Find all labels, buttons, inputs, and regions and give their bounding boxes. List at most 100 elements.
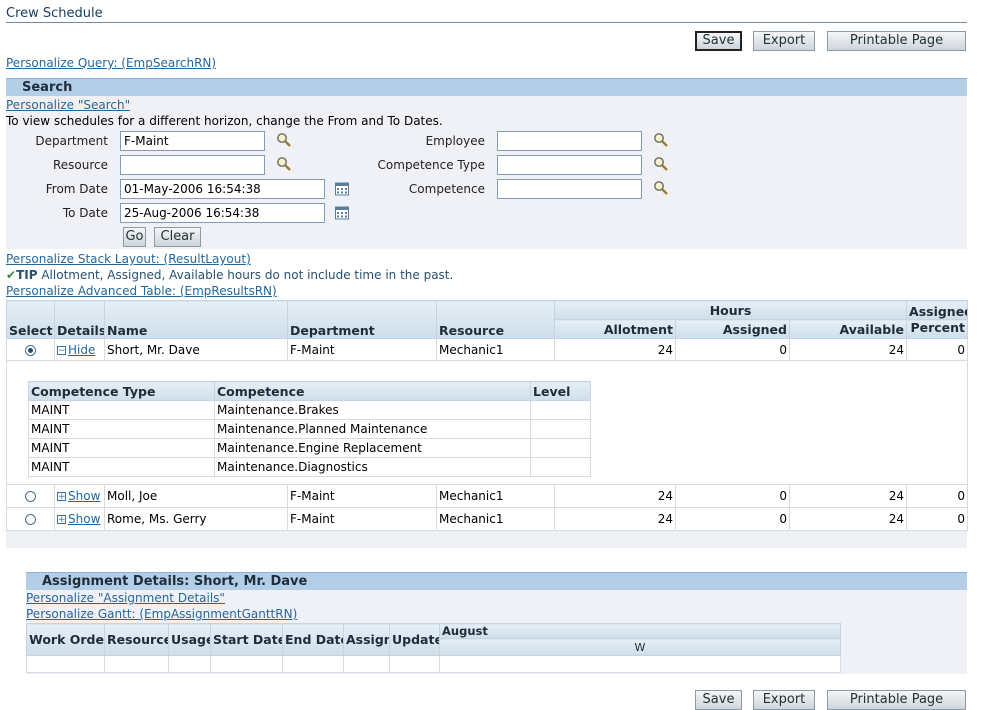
col-assigned[interactable]: Assigned [675, 319, 790, 339]
page-title: Crew Schedule [6, 6, 103, 21]
tip-prefix: TIP [16, 268, 38, 282]
hide-details-link[interactable]: Hide [68, 343, 95, 357]
gantt-month: August [439, 623, 841, 639]
col-competence-type: Competence Type [28, 381, 215, 401]
assignment-header: Assignment Details: Short, Mr. Dave [26, 572, 967, 590]
expand-icon[interactable]: + [57, 515, 66, 525]
bottom-save-button[interactable]: Save [695, 690, 742, 710]
gantt-week: W [439, 638, 841, 656]
cell-level [530, 419, 591, 439]
competence-type-input[interactable] [497, 155, 642, 175]
resource-search-icon[interactable] [276, 156, 292, 172]
competence-row: MAINT Maintenance.Engine Replacement [28, 438, 591, 458]
cell-percent: 0 [906, 507, 969, 531]
cell-available: 24 [788, 484, 908, 508]
show-details-link[interactable]: Show [68, 489, 100, 503]
cell-resource: Mechanic1 [436, 507, 555, 531]
col-allotment[interactable]: Allotment [554, 319, 676, 339]
collapse-icon[interactable]: − [57, 345, 66, 355]
cell-competence: Maintenance.Diagnostics [214, 457, 531, 477]
cell-name: Short, Mr. Dave [104, 338, 288, 361]
department-label: Department [35, 134, 108, 148]
cell-competence-type: MAINT [28, 457, 215, 477]
cell-name: Rome, Ms. Gerry [104, 507, 288, 531]
col-competence: Competence [214, 381, 531, 401]
col-assigned-percent: Percent [906, 319, 969, 339]
cell-department: F-Maint [287, 484, 437, 508]
competence-table: Competence Type Competence Level MAINT Ma… [28, 381, 591, 477]
employee-input[interactable] [497, 131, 642, 151]
personalize-assignment-link[interactable]: Personalize "Assignment Details" [26, 591, 225, 605]
clear-button[interactable]: Clear [154, 227, 201, 247]
to-date-calendar-icon[interactable] [334, 205, 350, 221]
bottom-export-button[interactable]: Export [753, 690, 815, 710]
select-radio[interactable] [25, 344, 36, 356]
cell-competence-type: MAINT [28, 419, 215, 439]
competence-type-search-icon[interactable] [653, 156, 669, 172]
select-radio[interactable] [25, 491, 36, 502]
tip-text: Allotment, Assigned, Available hours do … [41, 268, 454, 282]
cell-allotment: 24 [554, 507, 676, 531]
cell-percent: 0 [906, 338, 969, 361]
col-assigned-percent-top: Assigned [906, 300, 969, 320]
cell-level [530, 438, 591, 458]
col-assign: Assign [343, 623, 390, 656]
cell-level [530, 457, 591, 477]
table-row: − Hide Short, Mr. Dave F-Maint Mechanic1 … [6, 338, 969, 361]
personalize-table-link[interactable]: Personalize Advanced Table: (EmpResultsR… [6, 284, 277, 298]
expand-icon[interactable]: + [57, 492, 66, 502]
cell-competence: Maintenance.Brakes [214, 400, 531, 420]
cell-competence-type: MAINT [28, 400, 215, 420]
gantt-row [26, 655, 841, 673]
results-table: Select Details Name Department Resource … [5, 300, 969, 531]
show-details-link[interactable]: Show [68, 512, 100, 526]
col-details: Details [54, 300, 105, 339]
from-date-label: From Date [45, 182, 108, 196]
bottom-printable-page-button[interactable]: Printable Page [827, 690, 966, 710]
col-resource[interactable]: Resource [436, 300, 555, 339]
cell-resource: Mechanic1 [436, 338, 555, 361]
search-instruction: To view schedules for a different horizo… [6, 114, 443, 128]
search-header: Search [6, 78, 967, 96]
department-search-icon[interactable] [276, 132, 292, 148]
cell-assigned: 0 [675, 338, 790, 361]
to-date-input[interactable] [120, 203, 325, 223]
cell-department: F-Maint [287, 338, 437, 361]
table-row: + Show Moll, Joe F-Maint Mechanic1 24 0 2… [6, 484, 969, 508]
employee-search-icon[interactable] [653, 132, 669, 148]
cell-allotment: 24 [554, 484, 676, 508]
col-start-date: Start Date [210, 623, 283, 656]
export-button[interactable]: Export [753, 31, 815, 51]
cell-allotment: 24 [554, 338, 676, 361]
employee-label: Employee [425, 134, 485, 148]
personalize-gantt-link[interactable]: Personalize Gantt: (EmpAssignmentGanttRN… [26, 607, 297, 621]
cell-level [530, 400, 591, 420]
printable-page-button[interactable]: Printable Page [827, 31, 966, 51]
title-divider [6, 22, 967, 23]
col-available[interactable]: Available [788, 319, 908, 339]
select-radio[interactable] [25, 514, 36, 525]
cell-competence-type: MAINT [28, 438, 215, 458]
competence-type-label: Competence Type [377, 158, 485, 172]
resource-label: Resource [52, 158, 108, 172]
go-button[interactable]: Go [123, 227, 146, 247]
competence-search-icon[interactable] [653, 180, 669, 196]
competence-row: MAINT Maintenance.Diagnostics [28, 457, 591, 477]
cell-assigned: 0 [675, 484, 790, 508]
col-name[interactable]: Name [104, 300, 288, 339]
col-department[interactable]: Department [287, 300, 437, 339]
competence-input[interactable] [497, 179, 642, 199]
cell-competence: Maintenance.Engine Replacement [214, 438, 531, 458]
col-work-order: Work Order [26, 623, 105, 656]
personalize-query-link[interactable]: Personalize Query: (EmpSearchRN) [6, 56, 216, 70]
department-input[interactable] [120, 131, 265, 151]
personalize-search-link[interactable]: Personalize "Search" [6, 98, 130, 112]
personalize-stack-link[interactable]: Personalize Stack Layout: (ResultLayout) [6, 252, 251, 266]
resource-input[interactable] [120, 155, 265, 175]
save-button[interactable]: Save [695, 31, 742, 51]
cell-competence: Maintenance.Planned Maintenance [214, 419, 531, 439]
col-select: Select [6, 300, 55, 339]
from-date-input[interactable] [120, 179, 325, 199]
tip-check-icon: ✔ [6, 268, 17, 282]
cell-assigned: 0 [675, 507, 790, 531]
